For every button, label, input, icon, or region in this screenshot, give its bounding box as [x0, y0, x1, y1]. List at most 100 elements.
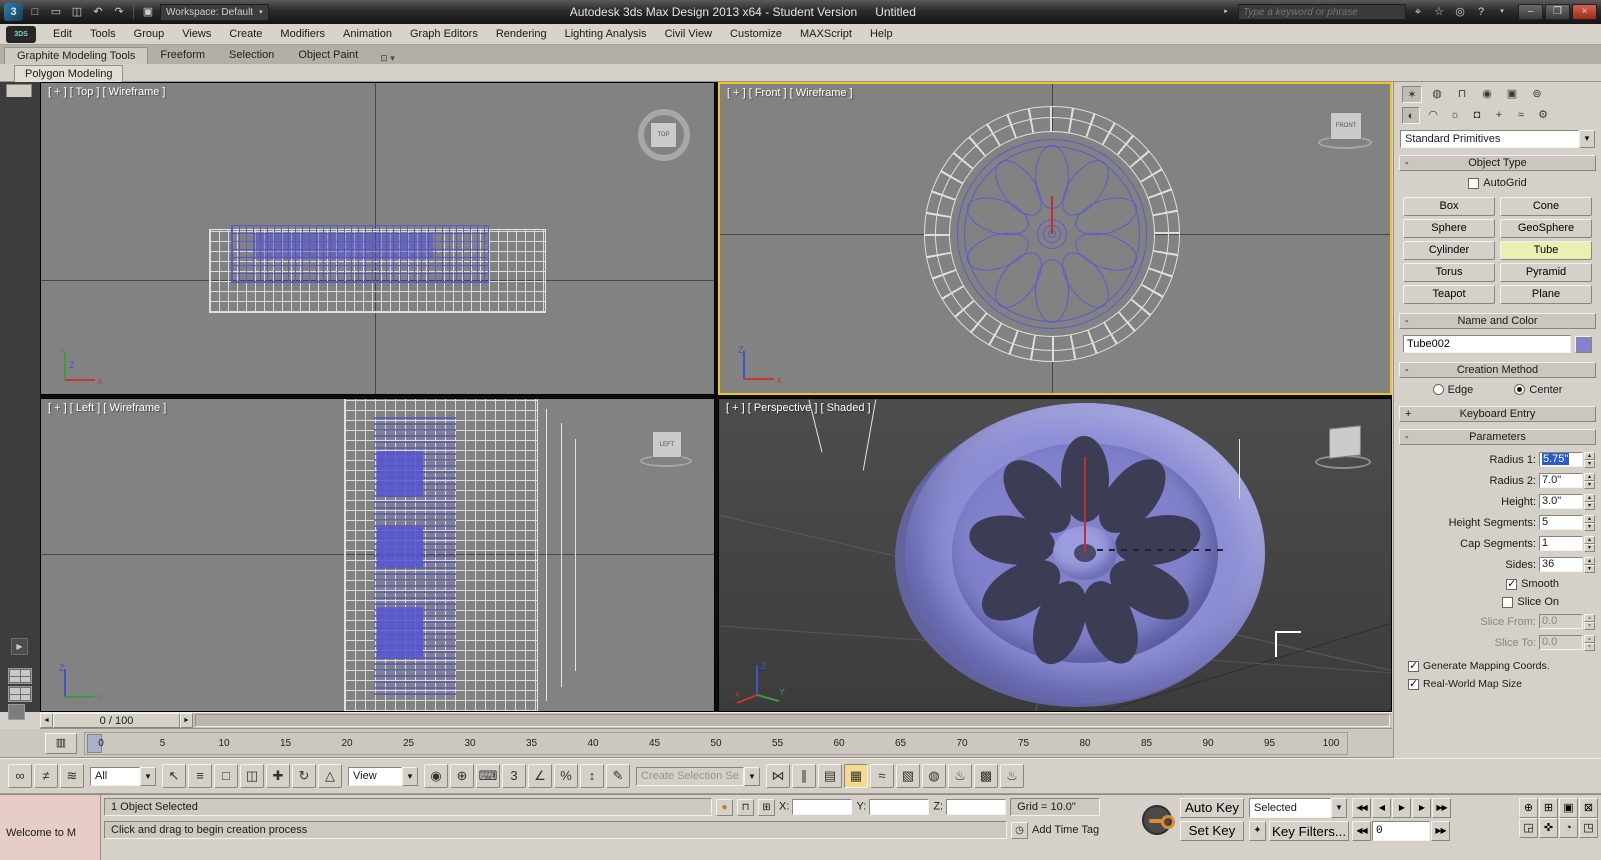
sides-field[interactable]: 36 — [1539, 557, 1583, 572]
select-and-scale-icon[interactable]: △ — [318, 764, 342, 788]
menu-item[interactable]: Customize — [721, 25, 791, 43]
next-frame-arrow[interactable]: ► — [180, 713, 193, 728]
welcome-window-fragment[interactable]: Welcome to M — [0, 795, 101, 860]
previous-key-button[interactable]: ◀◀ — [1352, 821, 1371, 841]
align-icon[interactable]: ∥ — [792, 764, 816, 788]
layer-manager-icon[interactable]: ▤ — [818, 764, 842, 788]
cap-segments-field[interactable]: 1 — [1539, 536, 1583, 551]
search-history-icon[interactable]: ▸ — [1217, 3, 1235, 21]
selection-filter-dropdown[interactable]: All ▼ — [90, 766, 156, 786]
help-menu-chevron-icon[interactable]: ▾ — [1493, 3, 1511, 21]
viewport-front[interactable]: [ + ] [ Front ] [ Wireframe ] FRONT Z x — [718, 82, 1392, 395]
absolute-mode-transform-icon[interactable]: ⊞ — [758, 798, 775, 816]
tab-graphite-modeling-tools[interactable]: Graphite Modeling Tools — [4, 47, 149, 64]
systems-category-icon[interactable]: ⚙ — [1534, 107, 1552, 124]
rollout-creation-method[interactable]: - Creation Method — [1399, 362, 1596, 378]
geometry-category-icon[interactable]: ◐ — [1402, 107, 1420, 124]
menu-item[interactable]: MAXScript — [791, 25, 861, 43]
space-warps-category-icon[interactable]: ≈ — [1512, 107, 1530, 124]
open-file-icon[interactable]: ▭ — [47, 3, 65, 21]
render-production-icon[interactable]: ♨ — [1000, 764, 1024, 788]
auto-key-button[interactable]: Auto Key — [1180, 798, 1244, 818]
key-mode-toggle-icon[interactable]: ✦ — [1249, 821, 1266, 841]
torus-button[interactable]: Torus — [1403, 263, 1495, 282]
height-field[interactable]: 3.0" — [1539, 494, 1583, 509]
menu-item[interactable]: Civil View — [656, 25, 721, 43]
z-coordinate-field[interactable] — [946, 799, 1007, 815]
menu-item[interactable]: Views — [173, 25, 220, 43]
menu-item[interactable]: Animation — [334, 25, 401, 43]
viewport-perspective[interactable]: [ + ] [ Perspective ] [ Shaded ] Z x Y — [718, 398, 1392, 712]
graphite-ribbon-toggle-icon[interactable]: ▦ — [844, 764, 868, 788]
unlink-selection-icon[interactable]: ≠ — [34, 764, 58, 788]
geosphere-button[interactable]: GeoSphere — [1500, 219, 1592, 238]
object-color-swatch[interactable] — [1575, 335, 1592, 353]
menu-item[interactable]: Graph Editors — [401, 25, 487, 43]
window-crossing-icon[interactable]: ◫ — [240, 764, 264, 788]
current-frame-field[interactable] — [1372, 821, 1430, 841]
tube-button[interactable]: Tube — [1500, 241, 1592, 260]
track-bar-ruler[interactable]: 0 5 10 15 20 25 30 35 40 45 50 55 60 65 70 75 80 85 90 95 10… — [84, 732, 1348, 755]
bind-to-space-warp-icon[interactable]: ≋ — [60, 764, 84, 788]
search-input[interactable] — [1238, 4, 1406, 20]
display-tab-icon[interactable]: ▣ — [1502, 86, 1522, 103]
tab-freeform[interactable]: Freeform — [148, 47, 217, 64]
undo-icon[interactable]: ↶ — [89, 3, 107, 21]
primitive-category-dropdown[interactable]: Standard Primitives — [1400, 130, 1579, 148]
slice-on-checkbox[interactable] — [1502, 596, 1514, 608]
select-and-rotate-icon[interactable]: ↻ — [292, 764, 316, 788]
go-to-end-button[interactable]: ▶▶ — [1432, 798, 1451, 818]
viewport-left-label[interactable]: [ + ] [ Left ] [ Wireframe ] — [48, 402, 166, 414]
rectangular-selection-region-icon[interactable]: □ — [214, 764, 238, 788]
project-folder-icon[interactable]: ▣ — [139, 3, 157, 21]
rollout-name-and-color[interactable]: - Name and Color — [1399, 313, 1596, 329]
tab-object-paint[interactable]: Object Paint — [286, 47, 370, 64]
zoom-extents-all-icon[interactable]: ⊠ — [1579, 798, 1598, 818]
snaps-toggle-icon[interactable]: 3 — [502, 764, 526, 788]
app-logo-icon[interactable]: 3 — [4, 3, 23, 21]
radius1-field[interactable]: 5.75" — [1539, 452, 1583, 467]
zoom-region-icon[interactable]: ◲ — [1519, 818, 1538, 838]
previous-frame-arrow[interactable]: ◄ — [40, 713, 53, 728]
motion-tab-icon[interactable]: ◉ — [1477, 86, 1497, 103]
selected-filter-dropdown[interactable]: Selected ▼ — [1249, 798, 1347, 818]
keyboard-shortcut-override-icon[interactable]: ⌨ — [476, 764, 500, 788]
add-time-tag-button[interactable]: Add Time Tag — [1032, 824, 1099, 836]
tab-polygon-modeling[interactable]: Polygon Modeling — [14, 65, 124, 83]
percent-snap-icon[interactable]: % — [554, 764, 578, 788]
box-button[interactable]: Box — [1403, 197, 1495, 216]
cone-button[interactable]: Cone — [1500, 197, 1592, 216]
select-by-name-icon[interactable]: ≡ — [188, 764, 212, 788]
next-key-button[interactable]: ▶▶ — [1431, 821, 1450, 841]
close-button[interactable]: × — [1572, 4, 1597, 20]
tab-selection[interactable]: Selection — [217, 47, 286, 64]
save-file-icon[interactable]: ◫ — [68, 3, 86, 21]
search-icon[interactable]: ⌖ — [1409, 3, 1427, 21]
select-object-icon[interactable]: ↖ — [162, 764, 186, 788]
menu-item[interactable]: Rendering — [487, 25, 556, 43]
rollout-keyboard-entry[interactable]: + Keyboard Entry — [1399, 406, 1596, 422]
pyramid-button[interactable]: Pyramid — [1500, 263, 1592, 282]
cylinder-button[interactable]: Cylinder — [1403, 241, 1495, 260]
teapot-button[interactable]: Teapot — [1403, 285, 1495, 304]
redo-icon[interactable]: ↷ — [110, 3, 128, 21]
edge-radio[interactable] — [1432, 384, 1444, 395]
zoom-all-icon[interactable]: ⊞ — [1539, 798, 1558, 818]
y-coordinate-field[interactable] — [869, 799, 930, 815]
viewcube[interactable]: TOP — [650, 122, 677, 148]
menu-item[interactable]: Group — [125, 25, 174, 43]
plane-button[interactable]: Plane — [1500, 285, 1592, 304]
menu-item[interactable]: Modifiers — [271, 25, 334, 43]
lights-category-icon[interactable]: ☼ — [1446, 107, 1464, 124]
render-setup-icon[interactable]: ♨ — [948, 764, 972, 788]
object-name-field[interactable] — [1403, 335, 1571, 353]
sphere-button[interactable]: Sphere — [1403, 219, 1495, 238]
schematic-view-icon[interactable]: ▧ — [896, 764, 920, 788]
rendered-frame-window-icon[interactable]: ▩ — [974, 764, 998, 788]
sides-spinner[interactable]: ▴ ▾ — [1584, 556, 1595, 573]
maximize-viewport-toggle-icon[interactable]: ◳ — [1579, 818, 1598, 838]
viewport-layout-tab[interactable] — [6, 84, 32, 97]
autogrid-checkbox[interactable] — [1468, 177, 1480, 189]
menu-item[interactable]: Help — [861, 25, 902, 43]
radius2-field[interactable]: 7.0" — [1539, 473, 1583, 488]
